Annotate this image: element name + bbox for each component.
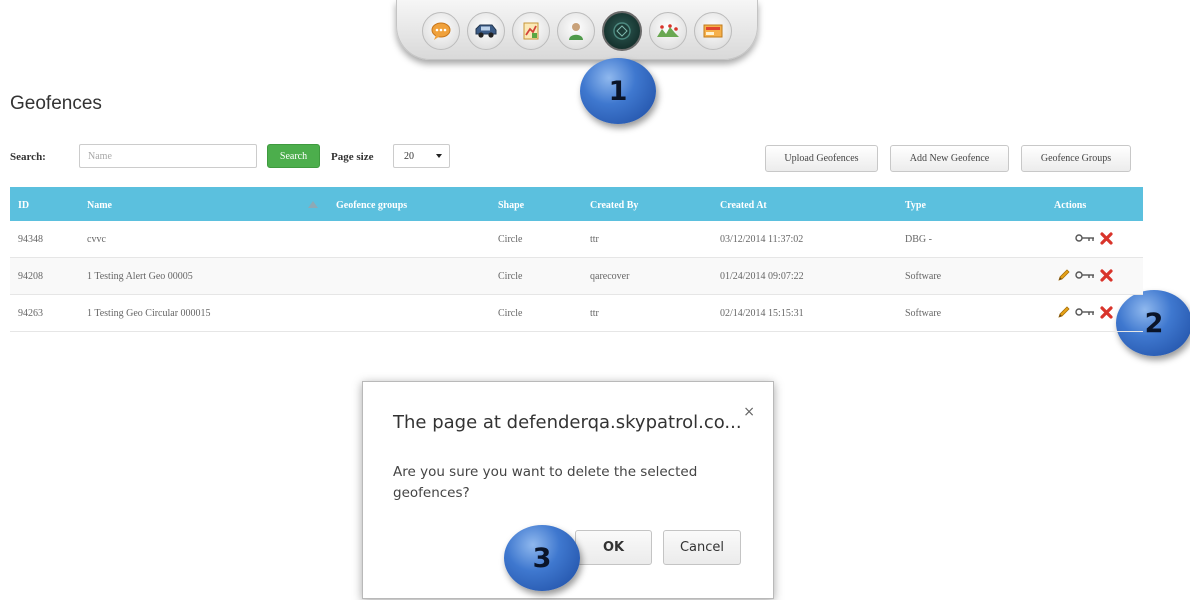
dialog-message: Are you sure you want to delete the sele… [393, 464, 698, 501]
cell-name: 1 Testing Alert Geo 00005 [87, 271, 193, 282]
cell-id: 94263 [18, 308, 43, 319]
chevron-down-icon [436, 154, 442, 158]
cell-created-by: qarecover [590, 271, 630, 282]
search-button[interactable]: Search [267, 144, 320, 168]
page-size-select[interactable]: 20 [393, 144, 450, 168]
column-header-id[interactable]: ID [18, 200, 29, 211]
cell-shape: Circle [498, 234, 523, 245]
page-size-value: 20 [404, 150, 414, 162]
cell-name: cvvc [87, 234, 106, 245]
table-row[interactable]: 94263 1 Testing Geo Circular 000015 Circ… [10, 295, 1143, 332]
cell-type: DBG - [905, 234, 932, 245]
link-icon[interactable] [1075, 231, 1095, 245]
user-icon[interactable] [557, 11, 595, 50]
upload-geofences-button[interactable]: Upload Geofences [765, 145, 878, 172]
search-input[interactable] [79, 144, 257, 168]
cell-type: Software [905, 271, 942, 282]
landmark-icon[interactable] [649, 11, 687, 50]
cell-created-by: ttr [590, 308, 599, 319]
cell-shape: Circle [498, 308, 523, 319]
cell-id: 94348 [18, 234, 43, 245]
delete-icon[interactable] [1099, 305, 1113, 319]
column-header-created-at[interactable]: Created At [720, 200, 767, 211]
close-icon[interactable]: × [743, 404, 755, 420]
sort-ascending-icon[interactable] [308, 201, 318, 208]
link-icon[interactable] [1075, 305, 1095, 319]
ok-button[interactable]: OK [575, 530, 652, 565]
delete-icon[interactable] [1099, 231, 1113, 245]
search-label: Search: [10, 151, 46, 163]
page-title: Geofences [10, 93, 102, 114]
edit-icon[interactable] [1057, 268, 1071, 282]
dialog-title: The page at defenderqa.skypatrol.co... [393, 412, 742, 433]
cell-created-by: ttr [590, 234, 599, 245]
chat-icon[interactable] [422, 11, 460, 50]
callout-badge-1: 1 [580, 58, 656, 124]
row-actions [1057, 268, 1113, 282]
column-header-shape[interactable]: Shape [498, 200, 524, 211]
column-header-geofence-groups[interactable]: Geofence groups [336, 200, 407, 211]
table-header: ID Name Geofence groups Shape Created By… [10, 187, 1143, 221]
callout-badge-3: 3 [504, 525, 580, 591]
cell-created-at: 02/14/2014 15:15:31 [720, 308, 804, 319]
table-row[interactable]: 94348 cvvc Circle ttr 03/12/2014 11:37:0… [10, 221, 1143, 258]
column-header-actions: Actions [1054, 200, 1087, 211]
geofence-groups-button[interactable]: Geofence Groups [1021, 145, 1131, 172]
edit-icon[interactable] [1057, 305, 1071, 319]
geofence-icon[interactable] [602, 10, 642, 51]
row-actions [1075, 231, 1113, 245]
top-navigation-toolbar [396, 0, 758, 60]
cell-id: 94208 [18, 271, 43, 282]
cell-shape: Circle [498, 271, 523, 282]
cell-created-at: 03/12/2014 11:37:02 [720, 234, 804, 245]
delete-icon[interactable] [1099, 268, 1113, 282]
column-header-created-by[interactable]: Created By [590, 200, 638, 211]
link-icon[interactable] [1075, 268, 1095, 282]
report-icon[interactable] [512, 11, 550, 50]
cell-type: Software [905, 308, 942, 319]
cell-name: 1 Testing Geo Circular 000015 [87, 308, 211, 319]
row-actions [1057, 305, 1113, 319]
add-new-geofence-button[interactable]: Add New Geofence [890, 145, 1009, 172]
cell-created-at: 01/24/2014 09:07:22 [720, 271, 804, 282]
geofences-table: ID Name Geofence groups Shape Created By… [10, 187, 1143, 332]
cancel-button[interactable]: Cancel [663, 530, 741, 565]
page-size-label: Page size [331, 151, 374, 163]
vehicle-icon[interactable] [467, 11, 505, 50]
column-header-type[interactable]: Type [905, 200, 926, 211]
map-icon[interactable] [694, 11, 732, 50]
column-header-name[interactable]: Name [87, 200, 112, 211]
table-row[interactable]: 94208 1 Testing Alert Geo 00005 Circle q… [10, 258, 1143, 295]
